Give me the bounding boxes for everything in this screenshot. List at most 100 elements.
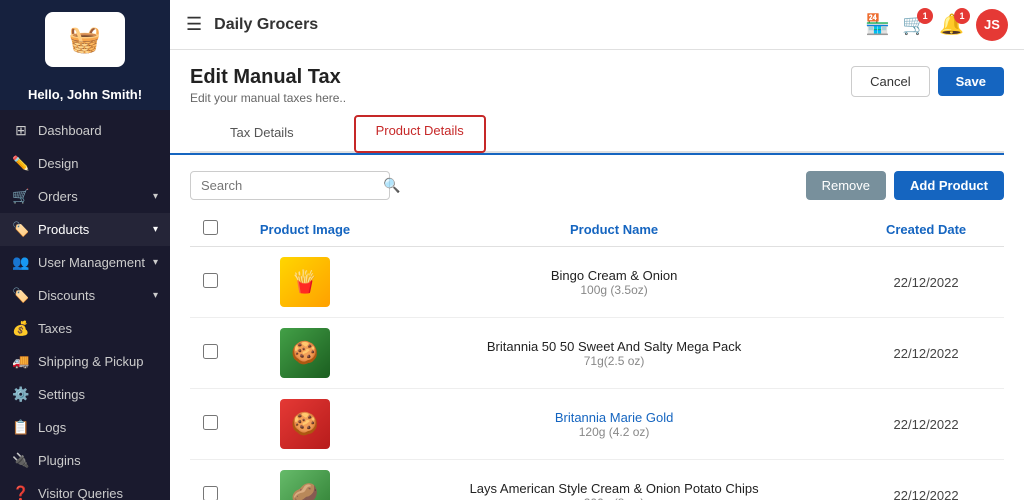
tab-tax-details[interactable]: Tax Details [190, 115, 334, 153]
add-product-button[interactable]: Add Product [894, 171, 1004, 200]
avatar[interactable]: JS [976, 9, 1008, 41]
topbar-title: Daily Grocers [214, 16, 853, 34]
table-row: 🍪 Britannia 50 50 Sweet And Salty Mega P… [190, 318, 1004, 389]
header-actions: Cancel Save [851, 66, 1004, 97]
page-header-left: Edit Manual Tax Edit your manual taxes h… [190, 66, 346, 105]
row-checkbox-cell [190, 318, 230, 389]
page-header: Edit Manual Tax Edit your manual taxes h… [170, 50, 1024, 115]
logs-icon: 📋 [12, 419, 30, 436]
row-checkbox-cell [190, 247, 230, 318]
col-checkbox [190, 212, 230, 247]
page-title: Edit Manual Tax [190, 66, 346, 89]
action-buttons: Remove Add Product [806, 171, 1004, 200]
product-subname: 120g (4.2 oz) [392, 425, 836, 439]
sidebar-item-taxes[interactable]: 💰 Taxes [0, 312, 170, 345]
search-icon: 🔍 [383, 177, 400, 194]
sidebar-item-dashboard[interactable]: ⊞ Dashboard [0, 114, 170, 147]
cart-badge: 1 [917, 8, 933, 24]
logo-icon: 🧺 [69, 24, 101, 55]
product-table: Product Image Product Name Created Date … [190, 212, 1004, 500]
table-row: 🍟 Bingo Cream & Onion 100g (3.5oz) 22/12… [190, 247, 1004, 318]
sidebar-item-label: Settings [38, 387, 158, 402]
sidebar-item-visitor-queries[interactable]: ❓ Visitor Queries [0, 477, 170, 500]
table-body: 🍟 Bingo Cream & Onion 100g (3.5oz) 22/12… [190, 247, 1004, 500]
chevron-down-icon: ▾ [153, 290, 158, 301]
sidebar-item-label: Discounts [38, 288, 145, 303]
row-name-cell: Bingo Cream & Onion 100g (3.5oz) [380, 247, 848, 318]
chevron-down-icon: ▾ [153, 224, 158, 235]
product-subname: 71g(2.5 oz) [392, 354, 836, 368]
row-date-cell: 22/12/2022 [848, 460, 1004, 500]
sidebar-item-label: Design [38, 156, 158, 171]
row-checkbox-cell [190, 389, 230, 460]
sidebar-item-label: User Management [38, 255, 145, 270]
dashboard-icon: ⊞ [12, 122, 30, 139]
row-checkbox-cell [190, 460, 230, 500]
sidebar-item-orders[interactable]: 🛒 Orders ▾ [0, 180, 170, 213]
sidebar-item-label: Products [38, 222, 145, 237]
design-icon: ✏️ [12, 155, 30, 172]
product-image: 🍪 [280, 399, 330, 449]
row-checkbox[interactable] [203, 486, 218, 500]
remove-button[interactable]: Remove [806, 171, 886, 200]
sidebar-item-products[interactable]: 🏷️ Products ▾ [0, 213, 170, 246]
taxes-icon: 💰 [12, 320, 30, 337]
product-subname: 100g (3.5oz) [392, 283, 836, 297]
row-image-cell: 🍟 [230, 247, 380, 318]
product-section: 🔍 Remove Add Product Product Image Produ… [170, 155, 1024, 500]
table-row: 🍪 Britannia Marie Gold 120g (4.2 oz) 22/… [190, 389, 1004, 460]
chevron-down-icon: ▾ [153, 191, 158, 202]
sidebar-item-design[interactable]: ✏️ Design [0, 147, 170, 180]
visitor-queries-icon: ❓ [12, 485, 30, 500]
save-button[interactable]: Save [938, 67, 1004, 96]
plugins-icon: 🔌 [12, 452, 30, 469]
orders-icon: 🛒 [12, 188, 30, 205]
cancel-button[interactable]: Cancel [851, 66, 929, 97]
sidebar-hello: Hello, John Smith! [0, 79, 170, 110]
tabs: Tax Details Product Details [190, 115, 1004, 153]
product-image: 🍪 [280, 328, 330, 378]
sidebar: 🧺 Hello, John Smith! ⊞ Dashboard ✏️ Desi… [0, 0, 170, 500]
row-checkbox[interactable] [203, 415, 218, 430]
row-checkbox[interactable] [203, 273, 218, 288]
row-image-cell: 🥔 [230, 460, 380, 500]
select-all-checkbox[interactable] [203, 220, 218, 235]
sidebar-item-user-management[interactable]: 👥 User Management ▾ [0, 246, 170, 279]
cart-icon-button[interactable]: 🛒 1 [902, 12, 927, 37]
sidebar-item-label: Dashboard [38, 123, 158, 138]
search-input[interactable] [201, 178, 377, 193]
sidebar-item-logs[interactable]: 📋 Logs [0, 411, 170, 444]
notification-icon-button[interactable]: 🔔 1 [939, 12, 964, 37]
hamburger-icon[interactable]: ☰ [186, 14, 202, 35]
shipping-icon: 🚚 [12, 353, 30, 370]
row-image-cell: 🍪 [230, 318, 380, 389]
product-name: Lays American Style Cream & Onion Potato… [392, 481, 836, 496]
discounts-icon: 🏷️ [12, 287, 30, 304]
sidebar-item-plugins[interactable]: 🔌 Plugins [0, 444, 170, 477]
page-subtitle: Edit your manual taxes here.. [190, 91, 346, 105]
store-icon-button[interactable]: 🏪 [865, 12, 890, 37]
sidebar-item-label: Orders [38, 189, 145, 204]
sidebar-item-settings[interactable]: ⚙️ Settings [0, 378, 170, 411]
sidebar-item-label: Logs [38, 420, 158, 435]
tab-product-details[interactable]: Product Details [354, 115, 486, 153]
settings-icon: ⚙️ [12, 386, 30, 403]
main-area: ☰ Daily Grocers 🏪 🛒 1 🔔 1 JS Edit Manual… [170, 0, 1024, 500]
product-name: Britannia Marie Gold [392, 410, 836, 425]
sidebar-item-label: Shipping & Pickup [38, 354, 158, 369]
product-name: Bingo Cream & Onion [392, 268, 836, 283]
search-box[interactable]: 🔍 [190, 171, 390, 200]
search-actions: 🔍 Remove Add Product [190, 171, 1004, 200]
sidebar-item-discounts[interactable]: 🏷️ Discounts ▾ [0, 279, 170, 312]
logo-box: 🧺 [45, 12, 125, 67]
table-header: Product Image Product Name Created Date [190, 212, 1004, 247]
topbar: ☰ Daily Grocers 🏪 🛒 1 🔔 1 JS [170, 0, 1024, 50]
sidebar-item-label: Plugins [38, 453, 158, 468]
content-area: Edit Manual Tax Edit your manual taxes h… [170, 50, 1024, 500]
row-checkbox[interactable] [203, 344, 218, 359]
sidebar-nav: ⊞ Dashboard ✏️ Design 🛒 Orders ▾ 🏷️ Prod… [0, 110, 170, 500]
product-name: Britannia 50 50 Sweet And Salty Mega Pac… [392, 339, 836, 354]
sidebar-item-shipping[interactable]: 🚚 Shipping & Pickup [0, 345, 170, 378]
row-date-cell: 22/12/2022 [848, 318, 1004, 389]
sidebar-item-label: Taxes [38, 321, 158, 336]
